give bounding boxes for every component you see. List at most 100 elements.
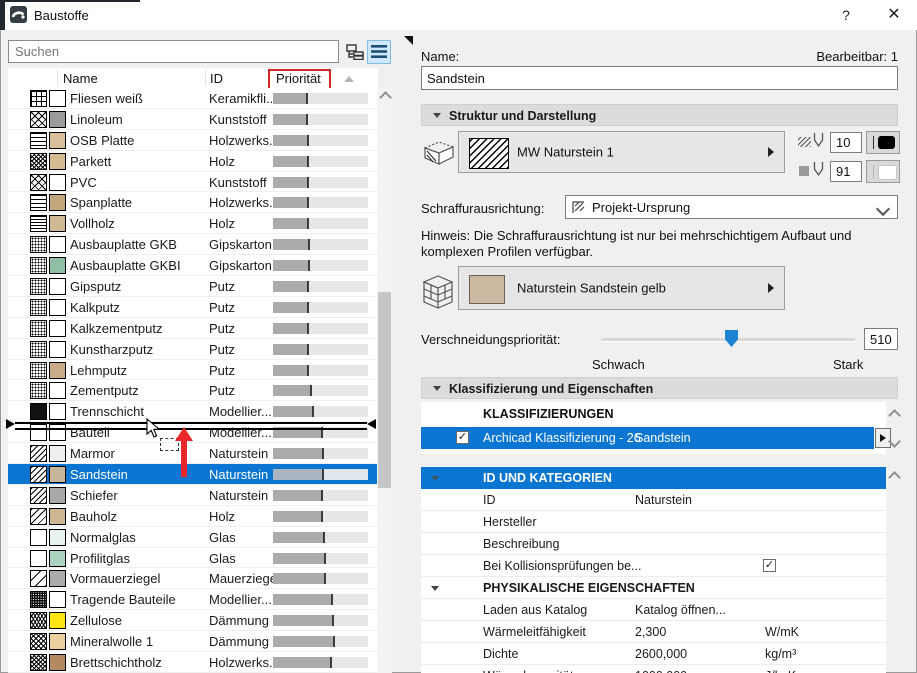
property-label: Wärmekapazität — [483, 669, 573, 673]
material-pattern-icon — [30, 549, 47, 567]
property-unit: kg/m³ — [765, 647, 797, 661]
property-row[interactable]: Laden aus Katalog Katalog öffnen... — [421, 599, 886, 621]
material-row[interactable]: Spanplatte Holzwerks... — [8, 192, 378, 214]
property-row[interactable]: Wärmeleitfähigkeit 2,300 W/mK — [421, 621, 886, 643]
priority-bar-tick — [321, 510, 324, 522]
search-input[interactable] — [8, 40, 339, 63]
material-row[interactable]: Schiefer Naturstein — [8, 484, 378, 506]
list-view-button[interactable] — [367, 40, 391, 64]
material-row[interactable]: Trennschicht Modellier... — [8, 401, 378, 423]
priority-bar — [273, 239, 368, 251]
section-structure[interactable]: Struktur und Darstellung — [421, 104, 898, 126]
classification-row[interactable]: Archicad Klassifizierung - 26 Sandstein — [421, 427, 874, 449]
fill-pen-number-input[interactable] — [830, 132, 862, 153]
material-row[interactable]: Ausbauplatte GKB Gipskarton — [8, 234, 378, 256]
hatch-orientation-dropdown[interactable]: Projekt-Ursprung — [565, 195, 898, 219]
material-id: Dämmung — [209, 613, 269, 629]
material-row[interactable]: Parkett Holz — [8, 150, 378, 172]
section-classification[interactable]: Klassifizierung und Eigenschaften — [421, 377, 898, 399]
material-row[interactable]: OSB Platte Holzwerks... — [8, 129, 378, 151]
material-row[interactable]: Zementputz Putz — [8, 380, 378, 402]
property-row[interactable]: ID Naturstein — [421, 489, 886, 511]
material-name-input[interactable] — [421, 66, 898, 90]
material-row[interactable]: Vollholz Holz — [8, 213, 378, 235]
sort-ascending-icon[interactable] — [344, 76, 354, 82]
priority-bar-fill — [273, 594, 332, 606]
property-row[interactable]: PHYSIKALISCHE EIGENSCHAFTEN — [421, 577, 886, 599]
background-pen-color-button[interactable] — [866, 160, 900, 183]
scroll-up-icon[interactable] — [379, 91, 392, 104]
property-group-header[interactable]: ID UND KATEGORIEN — [421, 467, 886, 489]
property-checkbox[interactable] — [763, 559, 776, 572]
material-row[interactable]: Zellulose Dämmung — [8, 610, 378, 632]
material-row[interactable]: Linoleum Kunststoff — [8, 108, 378, 130]
material-id: Putz — [209, 341, 236, 357]
material-pattern-icon — [30, 110, 47, 128]
material-pattern-icon — [30, 654, 47, 672]
property-row[interactable]: Bei Kollisionsprüfungen be... — [421, 555, 886, 577]
material-row[interactable]: Sandstein Naturstein — [8, 464, 378, 485]
hatch-orientation-value: Projekt-Ursprung — [592, 200, 691, 215]
property-row[interactable]: Hersteller — [421, 511, 886, 533]
priority-slider-handle[interactable] — [725, 330, 739, 347]
pen-nib-icon — [813, 132, 824, 153]
material-row[interactable]: Profilitglas Glas — [8, 547, 378, 569]
material-row[interactable]: Fliesen weiß Keramikfli... — [8, 88, 378, 109]
priority-bar-fill — [273, 281, 309, 293]
material-color-swatch — [49, 486, 66, 504]
material-row[interactable]: Kalkputz Putz — [8, 296, 378, 318]
priority-bar-tick — [307, 301, 310, 313]
surface-button[interactable]: Naturstein Sandstein gelb — [458, 266, 785, 310]
material-row[interactable]: Normalglas Glas — [8, 526, 378, 548]
cut-fill-button[interactable]: MW Naturstein 1 — [458, 131, 785, 173]
material-row[interactable]: Kunstharzputz Putz — [8, 338, 378, 360]
prop-scroll-up-icon[interactable] — [888, 471, 901, 484]
material-row[interactable]: Kalkzementputz Putz — [8, 317, 378, 339]
property-row[interactable]: Dichte 2600,000 kg/m³ — [421, 643, 886, 665]
material-color-swatch — [49, 257, 66, 275]
material-row[interactable]: PVC Kunststoff — [8, 171, 378, 193]
column-header-name[interactable]: Name — [63, 71, 98, 86]
tree-view-button[interactable] — [343, 40, 367, 64]
material-row[interactable]: Vormauerziegel Mauerziegel — [8, 568, 378, 590]
priority-value-input[interactable] — [864, 328, 898, 350]
material-row[interactable]: Lehmputz Putz — [8, 359, 378, 381]
material-row[interactable]: Gipsputz Putz — [8, 276, 378, 297]
drop-target-arrow-left-icon — [6, 419, 15, 429]
property-row[interactable]: Beschreibung — [421, 533, 886, 555]
help-button[interactable]: ? — [832, 3, 860, 27]
fill-pen-color-button[interactable] — [866, 131, 900, 154]
material-color-swatch — [49, 403, 66, 421]
material-pattern-icon — [30, 90, 47, 107]
material-row[interactable]: Mineralwolle 1 Dämmung — [8, 631, 378, 653]
classification-more-button[interactable] — [875, 428, 891, 448]
property-row[interactable]: Wärmekapazität 1000,000 J/kgK — [421, 665, 886, 673]
priority-bar — [273, 281, 368, 293]
material-row[interactable]: Bauholz Holz — [8, 505, 378, 527]
material-pattern-icon — [30, 298, 47, 316]
material-row[interactable]: Brettschichtholz Holzwerks... — [8, 652, 378, 673]
column-header-id[interactable]: ID — [210, 71, 223, 86]
material-row[interactable]: Marmor Naturstein — [8, 443, 378, 465]
material-color-swatch — [49, 570, 66, 588]
class-scroll-down-icon[interactable] — [888, 435, 901, 448]
background-pen-number-input[interactable] — [830, 161, 862, 182]
classification-checkbox[interactable] — [456, 431, 469, 444]
priority-bar-fill — [273, 93, 308, 104]
materials-scrollbar-thumb[interactable] — [378, 292, 391, 488]
priority-bar — [273, 510, 368, 522]
material-color-swatch — [49, 507, 66, 525]
class-scroll-up-icon[interactable] — [888, 409, 901, 422]
material-pattern-icon — [30, 633, 47, 651]
material-name: Bauholz — [70, 508, 117, 524]
close-button[interactable]: ✕ — [880, 3, 908, 27]
material-row[interactable]: Ausbauplatte GKBI Gipskarton — [8, 255, 378, 277]
priority-bar-tick — [308, 239, 311, 251]
panel-splitter-handle[interactable] — [404, 36, 413, 45]
material-id: Glas — [209, 550, 236, 566]
material-row[interactable]: Tragende Bauteile Modellier... — [8, 589, 378, 611]
material-color-swatch — [49, 110, 66, 128]
priority-bar-fill — [273, 615, 333, 627]
priority-bar — [273, 594, 368, 606]
surface-name: Naturstein Sandstein gelb — [517, 280, 666, 296]
